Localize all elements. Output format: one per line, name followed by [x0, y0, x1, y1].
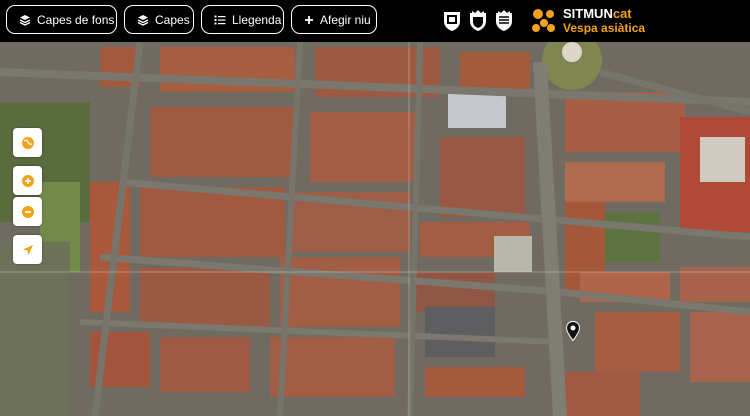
layers-icon	[19, 14, 31, 26]
layers-icon	[137, 14, 149, 26]
locate-button[interactable]	[13, 235, 42, 264]
brand-logo: SITMUNcat Vespa asiàtica	[531, 7, 645, 35]
municipal-crest-icon	[496, 10, 512, 31]
zoom-in-icon	[21, 174, 34, 187]
map-marker-icon[interactable]	[566, 321, 580, 341]
zoom-in-button[interactable]	[13, 166, 42, 195]
basemaps-button[interactable]: Capes de fons	[6, 5, 117, 34]
zoom-out-icon	[21, 205, 34, 218]
list-icon	[214, 15, 226, 24]
plus-icon	[305, 15, 313, 24]
zoom-out-button[interactable]	[13, 197, 42, 226]
add-nest-button[interactable]: Afegir niu	[291, 5, 377, 34]
municipal-crest-icon	[444, 12, 460, 31]
basemaps-label: Capes de fons	[37, 12, 115, 27]
legend-button[interactable]: Llegenda	[201, 5, 284, 34]
brand-name: SITMUNcat	[563, 6, 632, 21]
brand-subtitle: Vespa asiàtica	[563, 21, 646, 35]
layers-label: Capes	[155, 12, 190, 27]
municipal-crest-icon	[470, 10, 486, 31]
map-imagery	[0, 42, 750, 416]
legend-label: Llegenda	[232, 12, 282, 27]
layers-button[interactable]: Capes	[124, 5, 194, 34]
top-toolbar: Capes de fons Capes Llegenda Afegir niu …	[0, 0, 750, 42]
basemap-globe-button[interactable]	[13, 128, 42, 157]
locate-icon	[22, 244, 33, 255]
add-nest-label: Afegir niu	[320, 12, 371, 27]
hexagon-cluster-icon	[532, 9, 555, 32]
globe-icon	[21, 136, 34, 149]
satellite-map[interactable]	[0, 42, 750, 416]
partner-logos	[442, 8, 520, 34]
